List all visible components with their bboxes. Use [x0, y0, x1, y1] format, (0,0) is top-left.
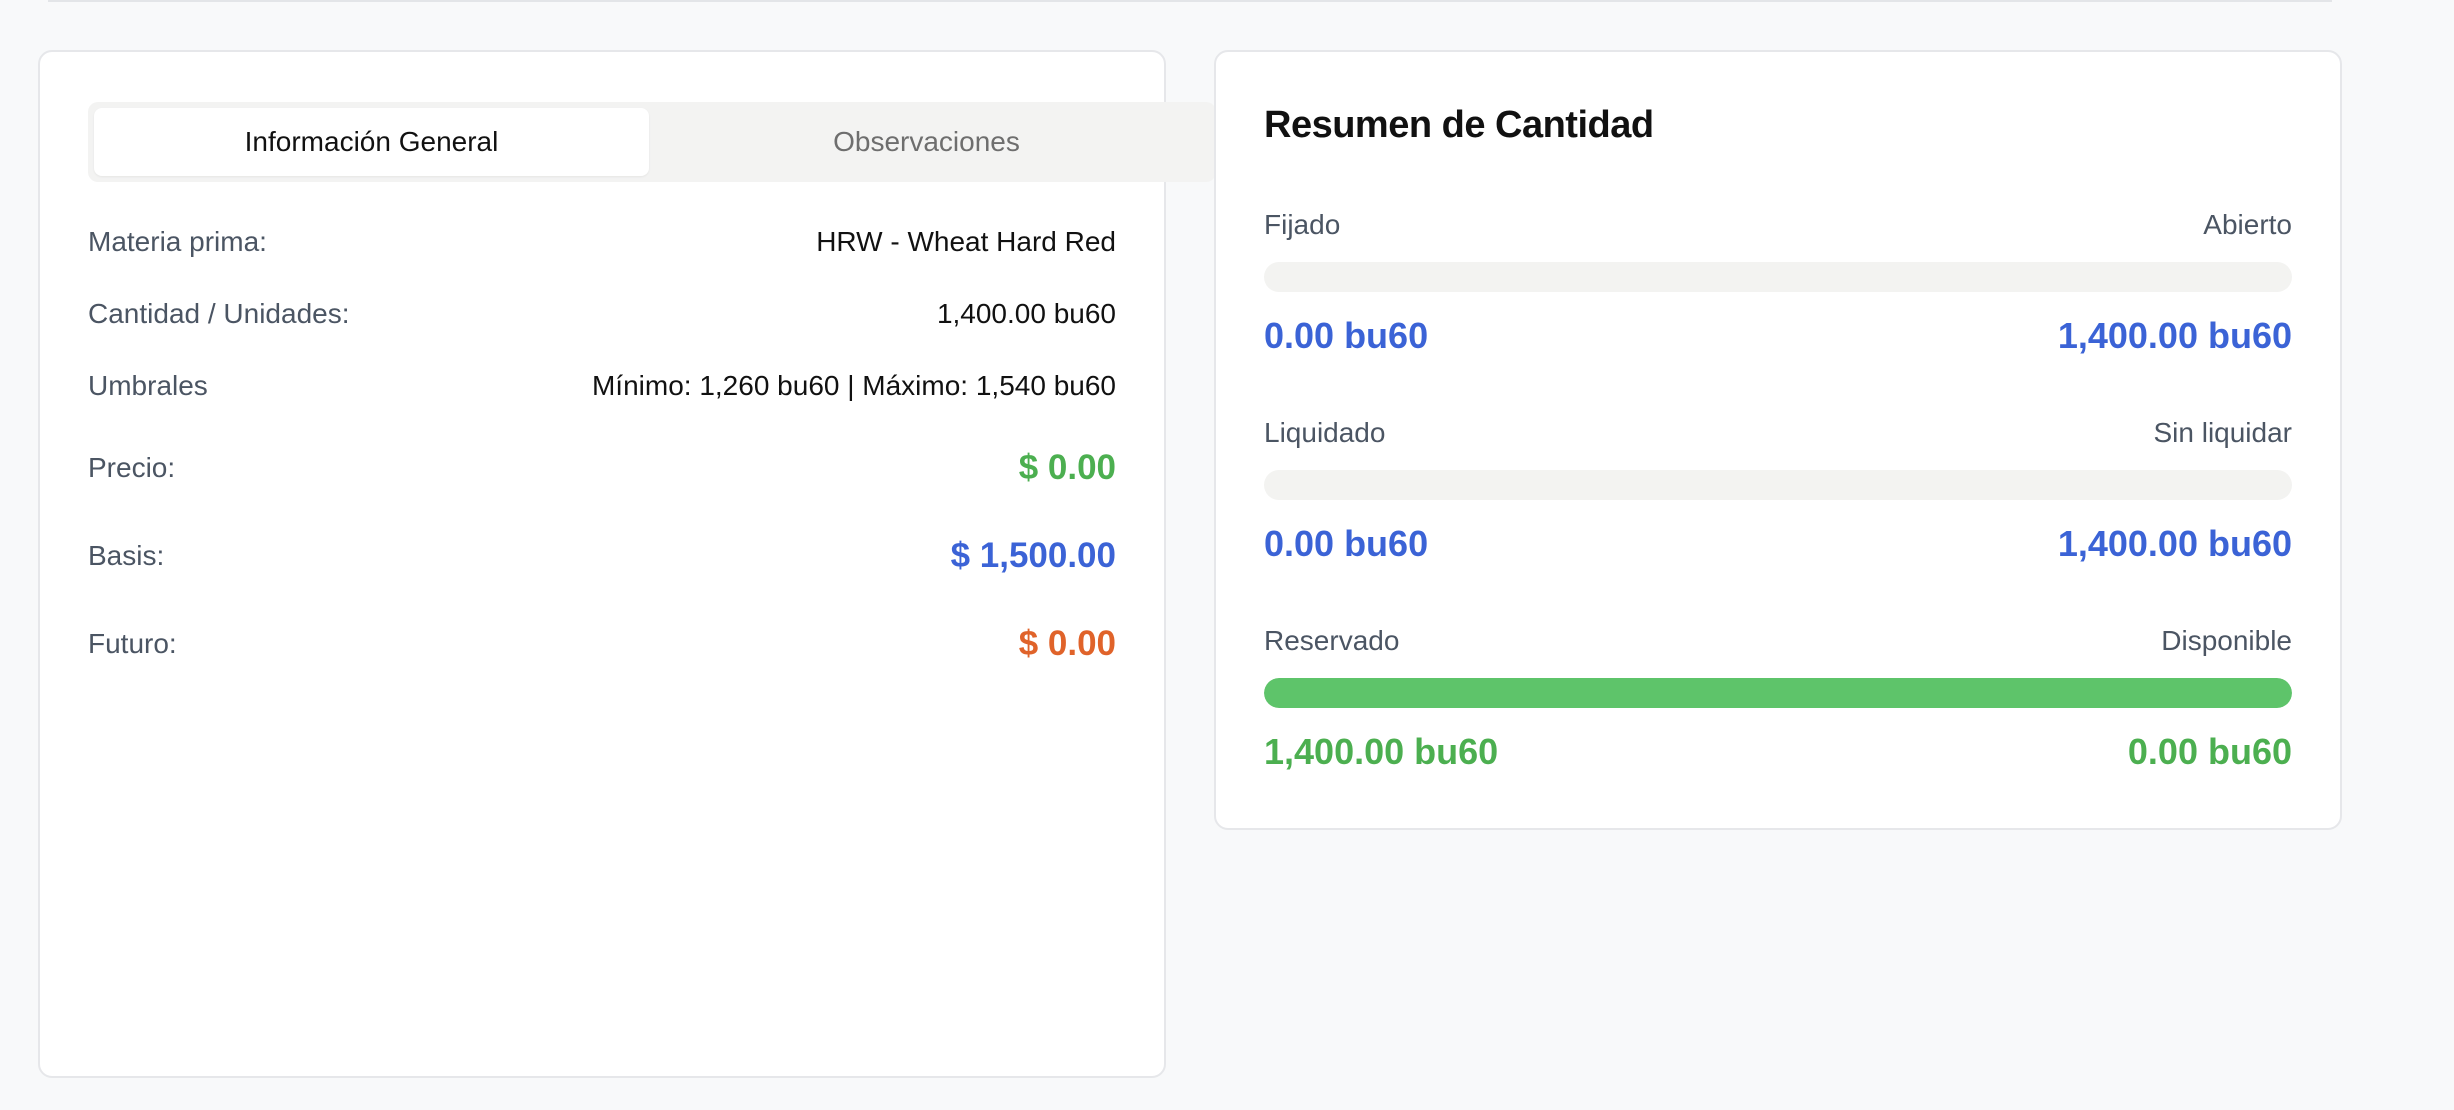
liquidado-label: Liquidado	[1264, 417, 1386, 448]
reservado-progress-fill	[1264, 678, 2292, 708]
general-info-card: Información General Observaciones Materi…	[38, 50, 1216, 1078]
umbrales-value: Mínimo: 1,260 bu60 | Máximo: 1,540 bu60	[591, 370, 1116, 401]
basis-value: $ 1,500.00	[950, 536, 1116, 575]
row-precio: Precio: $ 0.00	[88, 448, 1116, 488]
summary-title: Resumen de Cantidad	[1264, 104, 1654, 146]
fijado-label: Fijado	[1264, 209, 1341, 240]
sin-liquidar-label: Sin liquidar	[2153, 417, 2292, 448]
cantidad-value: 1,400.00 bu60	[936, 298, 1116, 329]
row-futuro: Futuro: $ 0.00	[88, 624, 1116, 664]
reservado-label: Reservado	[1264, 625, 1400, 656]
abierto-value: 1,400.00 bu60	[2057, 315, 2292, 356]
umbrales-label: Umbrales	[88, 370, 208, 401]
top-divider	[48, 0, 2332, 2]
bar-reservado-disponible: Reservado Disponible 1,400.00 bu60 0.00 …	[1264, 624, 2292, 774]
cantidad-label: Cantidad / Unidades:	[88, 298, 350, 329]
precio-label: Precio:	[88, 452, 176, 483]
row-umbrales: Umbrales Mínimo: 1,260 bu60 | Máximo: 1,…	[88, 370, 1116, 402]
fijado-progress-track	[1264, 262, 2292, 292]
row-materia-prima: Materia prima: HRW - Wheat Hard Red	[88, 226, 1116, 258]
liquidado-progress-track	[1264, 470, 2292, 500]
disponible-label: Disponible	[2161, 625, 2292, 656]
materia-prima-value: HRW - Wheat Hard Red	[816, 226, 1116, 257]
precio-value: $ 0.00	[1018, 448, 1116, 487]
fijado-value: 0.00 bu60	[1264, 315, 1429, 356]
tab-bar: Información General Observaciones	[88, 102, 1216, 182]
quantity-summary-card: Resumen de Cantidad Fijado Abierto 0.00 …	[1214, 50, 2342, 830]
materia-prima-label: Materia prima:	[88, 226, 267, 257]
reservado-value: 1,400.00 bu60	[1264, 731, 1499, 772]
disponible-value: 0.00 bu60	[2127, 731, 2292, 772]
bar-fijado-abierto: Fijado Abierto 0.00 bu60 1,400.00 bu60	[1264, 208, 2292, 358]
basis-label: Basis:	[88, 540, 165, 571]
row-cantidad: Cantidad / Unidades: 1,400.00 bu60	[88, 298, 1116, 330]
tab-observaciones[interactable]: Observaciones	[649, 108, 1204, 176]
row-basis: Basis: $ 1,500.00	[88, 536, 1116, 576]
abierto-label: Abierto	[2203, 209, 2292, 240]
futuro-label: Futuro:	[88, 628, 177, 659]
reservado-progress-track	[1264, 678, 2292, 708]
bar-liquidado-sin-liquidar: Liquidado Sin liquidar 0.00 bu60 1,400.0…	[1264, 416, 2292, 566]
liquidado-value: 0.00 bu60	[1264, 523, 1429, 564]
tab-informacion-general[interactable]: Información General	[94, 108, 649, 176]
futuro-value: $ 0.00	[1018, 624, 1116, 663]
sin-liquidar-value: 1,400.00 bu60	[2057, 523, 2292, 564]
